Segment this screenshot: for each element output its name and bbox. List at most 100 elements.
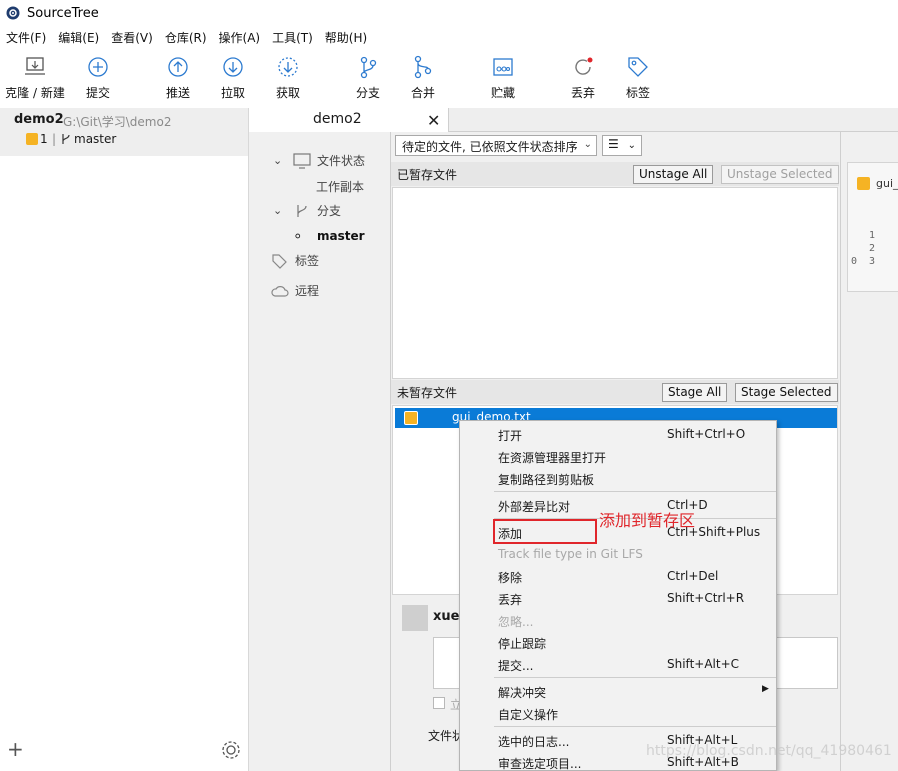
nav-branch-master[interactable]: master [295,228,365,244]
commit-option-checkbox[interactable] [433,697,445,709]
cm-separator [494,677,776,678]
menu-view[interactable]: 查看(V) [109,29,160,46]
menu-help[interactable]: 帮助(H) [323,29,374,46]
diff-card: gui_ 1 2 0 3 [847,162,898,292]
cm-commit[interactable]: 提交... Shift+Alt+C [460,653,776,675]
unstage-all-button[interactable]: Unstage All [633,165,714,184]
tag-icon [628,57,648,77]
nav-file-status-label: 文件状态 [317,154,366,168]
stage-selected-button[interactable]: Stage Selected [735,383,838,402]
branch-icon [297,204,307,217]
nav-branches-label: 分支 [317,204,342,218]
repo-sidebar: ⌄ 文件状态 工作副本 ⌄ 分支 master 标签 远程 [249,132,390,771]
clone-button[interactable]: 克隆 / 新建 [2,54,68,101]
chevron-down-icon: ⌄ [627,140,636,151]
repository-item[interactable]: demo2 G:\Git\学习\demo2 1 | master [0,108,249,156]
cm-custom-actions[interactable]: 自定义操作 [460,702,776,724]
diff-line: 2 [851,243,876,254]
nav-branches[interactable]: ⌄ 分支 [273,202,341,219]
nav-working-copy[interactable]: 工作副本 [316,178,364,195]
nav-remotes-label: 远程 [295,284,320,298]
push-label: 推送 [165,86,190,100]
window-title: SourceTree [27,5,99,21]
nav-remotes[interactable]: 远程 [271,282,319,299]
menu-edit[interactable]: 编辑(E) [56,29,106,46]
commit-button[interactable]: 提交 [65,54,131,101]
discard-icon [575,57,593,75]
annotation-text: 添加到暂存区 [599,511,696,530]
cm-track-lfs[interactable]: Track file type in Git LFS [460,543,776,565]
cm-resolve-conflicts[interactable]: 解决冲突 ▶ [460,680,776,702]
diff-line-numbers: 1 2 0 3 [851,229,875,268]
commit-user: xue [433,609,460,624]
cm-copy-path[interactable]: 复制路径到剪贴板 [460,467,776,489]
submenu-arrow-icon: ▶ [762,684,769,694]
nav-file-status[interactable]: ⌄ 文件状态 [273,152,365,169]
cm-label: 停止跟踪 [498,637,547,651]
tab-bar: demo2 ✕ [249,108,898,133]
sourcetree-logo-icon [6,6,20,20]
title-bar: SourceTree [0,0,898,26]
cm-label: 在资源管理器里打开 [498,451,607,465]
cm-label: 忽略... [498,615,534,629]
tab-demo2[interactable]: demo2 ✕ [249,108,449,133]
gear-icon[interactable] [220,739,242,761]
current-branch-icon [295,233,301,239]
add-repo-icon[interactable]: + [7,737,24,761]
pending-count: 1 [40,132,48,146]
menu-tools[interactable]: 工具(T) [270,29,320,46]
chevron-down-icon: ⌄ [583,139,592,150]
repo-name: demo2 [14,112,64,127]
chevron-down-icon: ⌄ [273,204,283,217]
commit-icon [88,57,108,77]
diff-panel: gui_ 1 2 0 3 [840,132,898,771]
menu-actions[interactable]: 操作(A) [217,29,268,46]
branch-label: 分支 [355,86,380,100]
push-icon [168,57,188,77]
unstage-selected-button[interactable]: Unstage Selected [721,165,839,184]
fetch-icon [278,57,298,77]
avatar [402,605,428,631]
toolbar: 克隆 / 新建 提交 推送 拉取 获取 分支 合并 贮藏 丢弃 标签 [0,50,898,108]
fetch-button[interactable]: 获取 [255,54,321,101]
modified-file-icon [857,177,870,190]
cm-remove[interactable]: 移除 Ctrl+Del [460,565,776,587]
diff-file-name: gui_ [876,177,898,190]
sort-dropdown[interactable]: 待定的文件, 已依照文件状态排序 ⌄ [395,135,597,156]
left-footer: + [0,730,249,768]
staged-file-list[interactable] [392,187,838,379]
stash-button[interactable]: 贮藏 [470,54,536,101]
tag-icon [272,253,287,269]
unstaged-header: 未暂存文件 Stage All Stage Selected [391,380,839,404]
menu-repository[interactable]: 仓库(R) [163,29,214,46]
repo-path: G:\Git\学习\demo2 [63,115,172,129]
cm-label: 复制路径到剪贴板 [498,473,595,487]
cloud-icon [271,285,289,297]
stage-all-button[interactable]: Stage All [662,383,728,402]
discard-label: 丢弃 [570,86,595,100]
cm-label: 打开 [498,429,523,443]
tab-label: demo2 [313,111,362,127]
cm-open-in-explorer[interactable]: 在资源管理器里打开 [460,445,776,467]
cm-stop-tracking[interactable]: 停止跟踪 [460,631,776,653]
view-mode-button[interactable]: ☰ ⌄ [602,135,642,156]
cm-separator [494,491,776,492]
close-icon[interactable]: ✕ [427,111,440,130]
pull-icon [223,57,243,77]
cm-ignore[interactable]: 忽略... [460,609,776,631]
tag-button[interactable]: 标签 [605,54,671,101]
clone-icon [25,57,45,75]
chevron-down-icon: ⌄ [273,154,283,167]
menu-file[interactable]: 文件(F) [4,29,53,46]
merge-button[interactable]: 合并 [390,54,456,101]
stash-label: 贮藏 [490,86,515,100]
merge-icon [414,55,432,79]
cm-open[interactable]: 打开 Shift+Ctrl+O [460,423,776,445]
nav-tags[interactable]: 标签 [271,252,319,269]
monitor-icon [293,152,311,169]
pull-label: 拉取 [220,86,245,100]
cm-label: 选中的日志... [498,735,570,749]
annotation-highlight-box [493,519,597,544]
cm-discard[interactable]: 丢弃 Shift+Ctrl+R [460,587,776,609]
fetch-label: 获取 [275,86,300,100]
